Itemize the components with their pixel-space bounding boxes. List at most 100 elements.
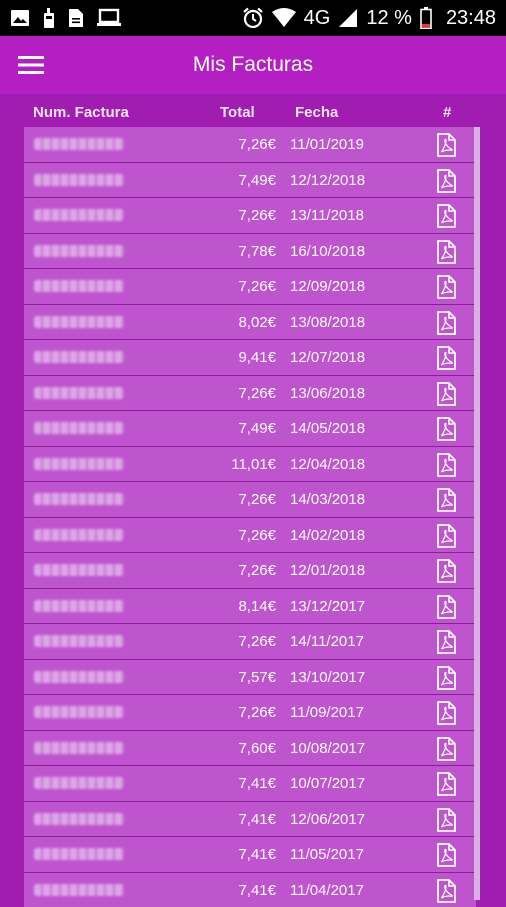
invoice-row[interactable]: 7,26€11/09/2017 — [24, 695, 476, 731]
download-pdf-button[interactable] — [435, 133, 457, 157]
scrollbar[interactable] — [474, 127, 480, 900]
download-pdf-button[interactable] — [435, 204, 457, 228]
column-header-num-factura: Num. Factura — [33, 104, 129, 121]
download-pdf-button[interactable] — [435, 772, 457, 796]
download-pdf-button[interactable] — [435, 524, 457, 548]
invoice-row[interactable]: 7,26€14/03/2018 — [24, 482, 476, 518]
download-pdf-button[interactable] — [435, 240, 457, 264]
download-pdf-button[interactable] — [435, 701, 457, 725]
network-type: 4G — [304, 7, 331, 30]
invoice-row[interactable]: 7,41€12/06/2017 — [24, 802, 476, 838]
invoice-row[interactable]: 9,41€12/07/2018 — [24, 340, 476, 376]
invoice-total: 7,26€ — [238, 136, 276, 153]
invoice-number-redacted — [34, 316, 124, 328]
invoice-number-redacted — [34, 742, 124, 754]
sim-tool-notification-icon — [42, 7, 56, 29]
invoice-total: 7,26€ — [238, 207, 276, 224]
invoice-date: 14/11/2017 — [290, 633, 364, 650]
status-bar-system: 4G 12 % 23:48 — [242, 7, 496, 30]
invoice-number-redacted — [34, 387, 124, 399]
invoice-number-redacted — [34, 422, 124, 434]
invoice-row[interactable]: 7,49€12/12/2018 — [24, 163, 476, 199]
invoice-date: 12/09/2018 — [290, 278, 365, 295]
download-pdf-button[interactable] — [435, 417, 457, 441]
invoice-row[interactable]: 7,26€14/02/2018 — [24, 518, 476, 554]
invoice-number-redacted — [34, 458, 124, 470]
alarm-icon — [242, 7, 264, 29]
invoice-total: 7,78€ — [238, 243, 276, 260]
invoice-row[interactable]: 7,49€14/05/2018 — [24, 411, 476, 447]
pdf-icon — [435, 666, 457, 690]
invoice-row[interactable]: 7,26€12/01/2018 — [24, 553, 476, 589]
download-pdf-button[interactable] — [435, 169, 457, 193]
download-pdf-button[interactable] — [435, 630, 457, 654]
download-pdf-button[interactable] — [435, 488, 457, 512]
download-pdf-button[interactable] — [435, 808, 457, 832]
invoice-date: 12/01/2018 — [290, 562, 365, 579]
signal-icon — [338, 8, 358, 28]
invoice-total: 11,01€ — [231, 456, 276, 473]
download-pdf-button[interactable] — [435, 595, 457, 619]
invoice-number-redacted — [34, 138, 124, 150]
invoice-number-redacted — [34, 280, 124, 292]
invoice-date: 10/07/2017 — [290, 775, 365, 792]
pdf-icon — [435, 630, 457, 654]
invoice-row[interactable]: 7,57€13/10/2017 — [24, 660, 476, 696]
invoice-number-redacted — [34, 813, 124, 825]
invoice-total: 7,41€ — [238, 775, 276, 792]
invoice-row[interactable]: 8,02€13/08/2018 — [24, 305, 476, 341]
pdf-icon — [435, 275, 457, 299]
pdf-icon — [435, 311, 457, 335]
pdf-icon — [435, 843, 457, 867]
invoice-row[interactable]: 7,26€ 14/11/2017 — [24, 624, 476, 660]
invoice-number-redacted — [34, 174, 124, 186]
column-header-total: Total — [220, 104, 255, 121]
download-pdf-button[interactable] — [435, 382, 457, 406]
download-pdf-button[interactable] — [435, 453, 457, 477]
pdf-icon — [435, 382, 457, 406]
invoice-row[interactable]: 7,26€13/06/2018 — [24, 376, 476, 412]
download-pdf-button[interactable] — [435, 737, 457, 761]
invoice-list[interactable]: 7,26€11/01/20197,49€12/12/20187,26€13/11… — [24, 127, 476, 907]
invoice-row[interactable]: 7,41€11/05/2017 — [24, 837, 476, 873]
invoice-total: 7,57€ — [238, 669, 276, 686]
download-pdf-button[interactable] — [435, 666, 457, 690]
image-notification-icon — [10, 8, 30, 28]
download-pdf-button[interactable] — [435, 879, 457, 903]
invoice-row[interactable]: 7,26€13/11/2018 — [24, 198, 476, 234]
invoice-number-redacted — [34, 848, 124, 860]
invoice-total: 7,26€ — [238, 491, 276, 508]
invoice-row[interactable]: 7,78€16/10/2018 — [24, 234, 476, 270]
invoice-row[interactable]: 7,26€11/01/2019 — [24, 127, 476, 163]
invoice-row[interactable]: 7,41€ 10/07/2017 — [24, 766, 476, 802]
invoice-row[interactable]: 7,26€ 12/09/2018 — [24, 269, 476, 305]
column-header-download: # — [443, 104, 451, 121]
menu-button[interactable] — [0, 36, 62, 94]
invoice-total: 7,26€ — [238, 633, 276, 650]
pdf-icon — [435, 701, 457, 725]
invoice-total: 7,26€ — [238, 385, 276, 402]
invoice-number-redacted — [34, 671, 124, 683]
invoice-total: 7,60€ — [238, 740, 276, 757]
invoice-number-redacted — [34, 706, 124, 718]
download-pdf-button[interactable] — [435, 559, 457, 583]
invoice-number-redacted — [34, 529, 124, 541]
invoice-date: 12/06/2017 — [290, 811, 365, 828]
pdf-icon — [435, 772, 457, 796]
invoice-date: 12/04/2018 — [290, 456, 365, 473]
app-bar: Mis Facturas — [0, 36, 506, 94]
invoice-row[interactable]: 7,60€10/08/2017 — [24, 731, 476, 767]
download-pdf-button[interactable] — [435, 346, 457, 370]
page-title: Mis Facturas — [0, 53, 506, 77]
invoice-row[interactable]: 7,41€11/04/2017 — [24, 873, 476, 907]
download-pdf-button[interactable] — [435, 311, 457, 335]
invoice-row[interactable]: 11,01€ 12/04/2018 — [24, 447, 476, 483]
invoice-total: 7,26€ — [238, 278, 276, 295]
invoice-date: 12/12/2018 — [290, 172, 365, 189]
download-pdf-button[interactable] — [435, 275, 457, 299]
invoice-row[interactable]: 8,14€13/12/2017 — [24, 589, 476, 625]
document-notification-icon — [68, 8, 84, 28]
invoice-total: 8,02€ — [238, 314, 276, 331]
download-pdf-button[interactable] — [435, 843, 457, 867]
pdf-icon — [435, 453, 457, 477]
